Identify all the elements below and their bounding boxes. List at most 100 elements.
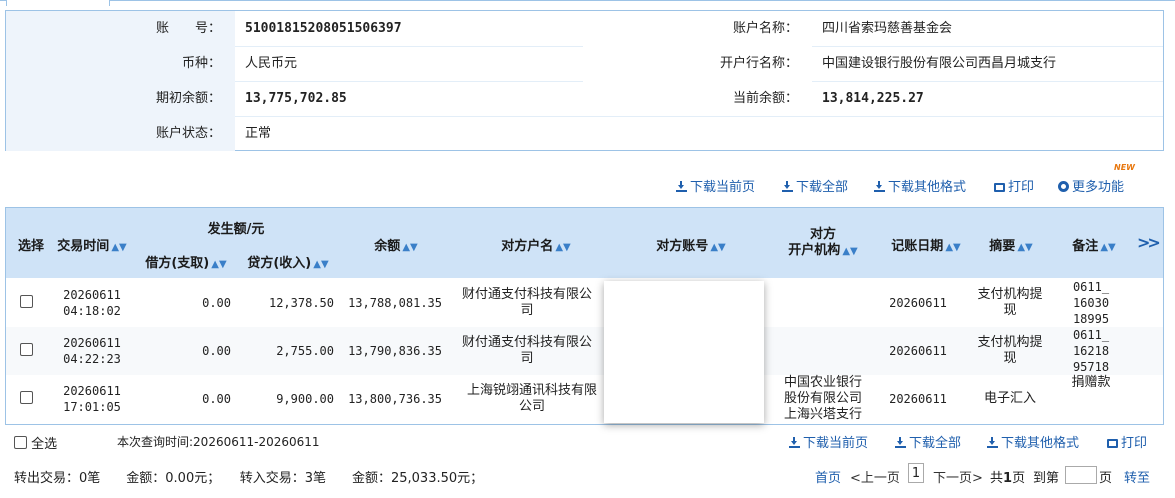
status-value: 正常 [245, 126, 272, 141]
header-counterparty-name-label: 对方户名 [501, 239, 554, 254]
header-debit[interactable]: 借方(支取) ▲▼ [136, 252, 236, 271]
table-row[interactable]: 20260611 04:18:02 0.00 12,378.50 13,788,0… [6, 279, 1163, 327]
row-remark: 捐赠款 [1061, 375, 1121, 391]
info-row: 币种： 人民币元 开户行名称： 中国建设银行股份有限公司西昌月城支行 [6, 46, 1163, 82]
row-counterparty-name: 财付通支付科技有限公司 [454, 335, 600, 367]
row-name-line2: 司 [520, 303, 534, 318]
expand-columns-icon[interactable]: >> [1137, 233, 1161, 252]
summary-pager-bar: 转出交易：0笔 金额：0.00元； 转入交易：3笔 金额：25,033.50元；… [0, 467, 1175, 486]
sort-icon: ▲▼ [945, 242, 961, 253]
header-summary[interactable]: 摘要 ▲▼ [981, 235, 1041, 254]
total-pages: 共1页 [990, 467, 1025, 486]
new-badge: NEW [1114, 163, 1135, 172]
row-name-line2: 公司 [518, 399, 545, 414]
header-balance[interactable]: 余额 ▲▼ [356, 235, 436, 254]
first-page-link[interactable]: 首页 [815, 467, 841, 486]
download-icon [987, 437, 998, 448]
header-remark-label: 备注 [1072, 239, 1099, 254]
info-row: 账户状态： 正常 [6, 116, 1163, 151]
row-remark-line3: 18995 [1072, 312, 1110, 326]
total-count: 1 [1003, 471, 1013, 486]
top-toolbar: 下载当前页 下载全部 下载其他格式 打印 更多功能 [0, 176, 1175, 196]
header-counterparty-bank-line1: 对方 [809, 227, 836, 242]
row-summary-line1: 支付机构提 [977, 335, 1043, 350]
footer-download-all-label: 下载全部 [909, 436, 962, 451]
row-time: 20260611 17:01:05 [54, 383, 130, 415]
row-remark-line2: 16218 [1072, 344, 1110, 358]
goto-page-input[interactable] [1065, 466, 1097, 484]
header-time[interactable]: 交易时间 ▲▼ [54, 235, 130, 254]
row-counterparty-name: 上海锐翊通讯科技有限 公司 [454, 383, 610, 415]
table-row[interactable]: 20260611 17:01:05 0.00 9,900.00 13,800,73… [6, 375, 1163, 423]
header-remark[interactable]: 备注 ▲▼ [1064, 235, 1124, 254]
row-balance: 13,788,081.35 [348, 296, 442, 310]
currency-label: 币种： [6, 46, 235, 81]
row-summary-line2: 现 [1003, 351, 1017, 366]
footer-download-all-button[interactable]: 下载全部 [895, 432, 961, 451]
row-remark-line2: 捐赠款 [1071, 375, 1111, 390]
opening-balance-label: 期初余额： [6, 81, 235, 116]
row-counterparty-bank: 中国农业银行 股份有限公司 上海兴塔支行 [776, 375, 870, 423]
sort-icon: ▲▼ [111, 242, 127, 253]
query-time: 本次查询时间:20260611-20260611 [117, 435, 320, 449]
download-current-button[interactable]: 下载当前页 [676, 176, 755, 195]
header-counterparty-name[interactable]: 对方户名 ▲▼ [486, 235, 586, 254]
more-functions-button[interactable]: 更多功能 [1058, 176, 1124, 195]
row-summary: 支付机构提现 [971, 287, 1049, 319]
bank-label: 开户行名称： [583, 46, 812, 81]
header-amount-group: 发生额/元 [207, 222, 265, 237]
download-current-label: 下载当前页 [690, 180, 756, 195]
total-prefix: 共 [990, 471, 1004, 486]
footer-download-current-label: 下载当前页 [803, 436, 869, 451]
row-remark: 0611_ 16030 18995 [1061, 279, 1121, 327]
row-summary-line1: 支付机构提 [977, 287, 1043, 302]
table-footer: 全选 本次查询时间:20260611-20260611 下载当前页 下载全部 下… [0, 432, 1175, 452]
row-date: 20260611 [63, 288, 121, 302]
header-counterparty-account[interactable]: 对方账号 ▲▼ [641, 235, 741, 254]
sort-icon: ▲▼ [842, 246, 858, 257]
download-all-button[interactable]: 下载全部 [782, 176, 848, 195]
row-debit: 0.00 [202, 344, 231, 358]
header-counterparty-bank[interactable]: 对方 开户机构 ▲▼ [778, 227, 868, 260]
row-checkbox[interactable] [20, 391, 33, 404]
row-clock: 04:22:23 [63, 352, 121, 366]
footer-download-other-button[interactable]: 下载其他格式 [987, 432, 1079, 451]
bank-value: 中国建设银行股份有限公司西昌月城支行 [822, 56, 1057, 71]
next-page-link[interactable]: 下一页> [933, 467, 983, 486]
row-name-line2: 司 [520, 351, 534, 366]
print-button[interactable]: 打印 [994, 176, 1034, 195]
download-icon [874, 181, 885, 192]
footer-download-current-button[interactable]: 下载当前页 [789, 432, 868, 451]
header-select: 选择 [17, 239, 44, 254]
row-credit: 2,755.00 [276, 344, 334, 358]
total-suffix: 页 [1012, 471, 1026, 486]
sort-icon: ▲▼ [710, 242, 726, 253]
gear-icon [1058, 181, 1069, 192]
download-icon [782, 181, 793, 192]
active-tab[interactable] [6, 0, 110, 6]
header-debit-label: 借方(支取) [145, 256, 210, 271]
download-other-button[interactable]: 下载其他格式 [874, 176, 966, 195]
row-time: 20260611 04:18:02 [54, 287, 130, 319]
header-post-date[interactable]: 记账日期 ▲▼ [886, 235, 966, 254]
header-counterparty-account-label: 对方账号 [656, 239, 709, 254]
row-post-date: 20260611 [889, 296, 947, 310]
current-page-indicator[interactable]: 1 [908, 463, 924, 483]
header-credit[interactable]: 贷方(收入) ▲▼ [238, 252, 338, 271]
account-name-value: 四川省索玛慈善基金会 [822, 21, 953, 36]
row-checkbox[interactable] [20, 295, 33, 308]
footer-print-button[interactable]: 打印 [1107, 432, 1147, 451]
goto-suffix: 页 [1099, 471, 1113, 486]
prev-page-link[interactable]: <上一页 [850, 467, 900, 486]
current-balance-value: 13,814,225.27 [822, 91, 924, 106]
select-all-checkbox[interactable]: 全选 [14, 433, 57, 452]
goto-button[interactable]: 转至 [1124, 467, 1150, 486]
row-balance: 13,800,736.35 [348, 392, 442, 406]
row-checkbox[interactable] [20, 343, 33, 356]
header-summary-label: 摘要 [989, 239, 1016, 254]
header-credit-label: 贷方(收入) [247, 256, 312, 271]
account-no-label: 账 号： [6, 11, 235, 46]
table-row[interactable]: 20260611 04:22:23 0.00 2,755.00 13,790,83… [6, 327, 1163, 375]
select-all-box[interactable] [14, 436, 27, 449]
row-balance: 13,790,836.35 [348, 344, 442, 358]
